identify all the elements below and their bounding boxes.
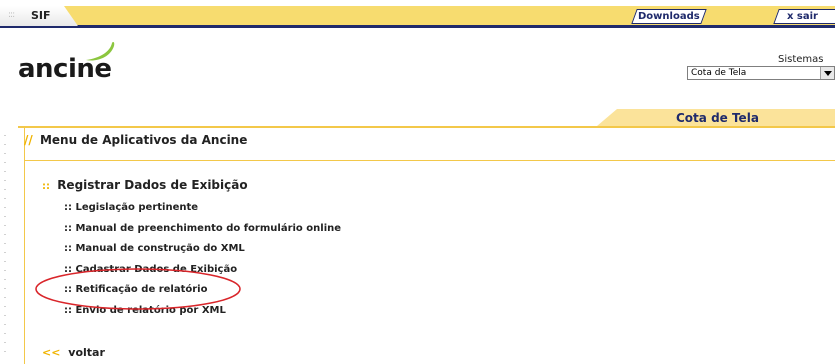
downloads-link[interactable]: Downloads — [631, 9, 707, 24]
menu-item-manual-xml[interactable]: :: Manual de construção do XML — [64, 242, 341, 263]
top-bar — [0, 6, 835, 26]
menu-title-text: Menu de Aplicativos da Ancine — [39, 133, 248, 147]
logout-label: x sair — [787, 11, 818, 22]
chevron-down-icon[interactable] — [820, 67, 834, 79]
title-divider — [24, 160, 835, 161]
section-heading[interactable]: :: Registrar Dados de Exibição — [42, 178, 248, 192]
left-margin-dots — [4, 135, 6, 355]
menu-title: // Menu de Aplicativos da Ancine — [24, 133, 247, 147]
sistemas-select[interactable]: Cota de Tela — [687, 66, 835, 80]
ancine-logo: ancine — [18, 40, 128, 86]
sistemas-label: Sistemas — [778, 54, 824, 65]
downloads-label: Downloads — [638, 11, 700, 22]
back-link[interactable]: << voltar — [42, 346, 105, 359]
section-heading-text[interactable]: Registrar Dados de Exibição — [57, 178, 247, 192]
section-bullet: :: — [42, 181, 50, 192]
back-label[interactable]: voltar — [68, 346, 105, 359]
top-bar-underline — [0, 25, 835, 28]
menu-item-manual-formulario[interactable]: :: Manual de preenchimento do formulário… — [64, 222, 341, 243]
sistemas-selected-value: Cota de Tela — [691, 68, 747, 78]
title-slashes: // — [24, 133, 33, 147]
sif-label[interactable]: SIF — [31, 9, 51, 22]
logout-link[interactable]: x sair — [773, 9, 835, 24]
back-arrows-icon: << — [42, 346, 61, 359]
sif-dots-icon: ::: — [8, 10, 15, 20]
tab-cota-de-tela-label[interactable]: Cota de Tela — [676, 111, 759, 125]
logo-text: ancine — [18, 54, 112, 84]
annotation-ellipse — [35, 268, 241, 310]
menu-item-legislacao[interactable]: :: Legislação pertinente — [64, 201, 341, 222]
